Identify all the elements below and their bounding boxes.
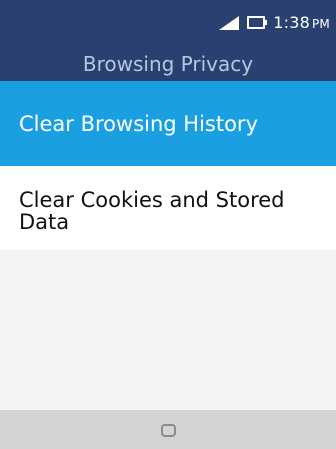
- clock-time: 1:38: [273, 12, 310, 32]
- menu-item-label: Clear Cookies and Stored Data: [19, 188, 285, 234]
- menu-item-clear-browsing-history[interactable]: Clear Browsing History: [0, 81, 336, 166]
- page-title: Browsing Privacy: [82, 52, 254, 76]
- circle-icon[interactable]: [161, 424, 176, 437]
- softkey-bar: [0, 410, 336, 449]
- status-bar: 1:38 PM: [219, 12, 330, 32]
- header: 1:38 PM Browsing Privacy: [0, 0, 336, 81]
- battery-icon: [247, 15, 268, 29]
- menu-item-label: Clear Browsing History: [19, 111, 258, 136]
- status-clock: 1:38 PM: [273, 13, 330, 32]
- clock-ampm: PM: [312, 16, 330, 31]
- menu-item-clear-cookies[interactable]: Clear Cookies and Stored Data: [0, 166, 336, 250]
- signal-icon: [219, 15, 240, 30]
